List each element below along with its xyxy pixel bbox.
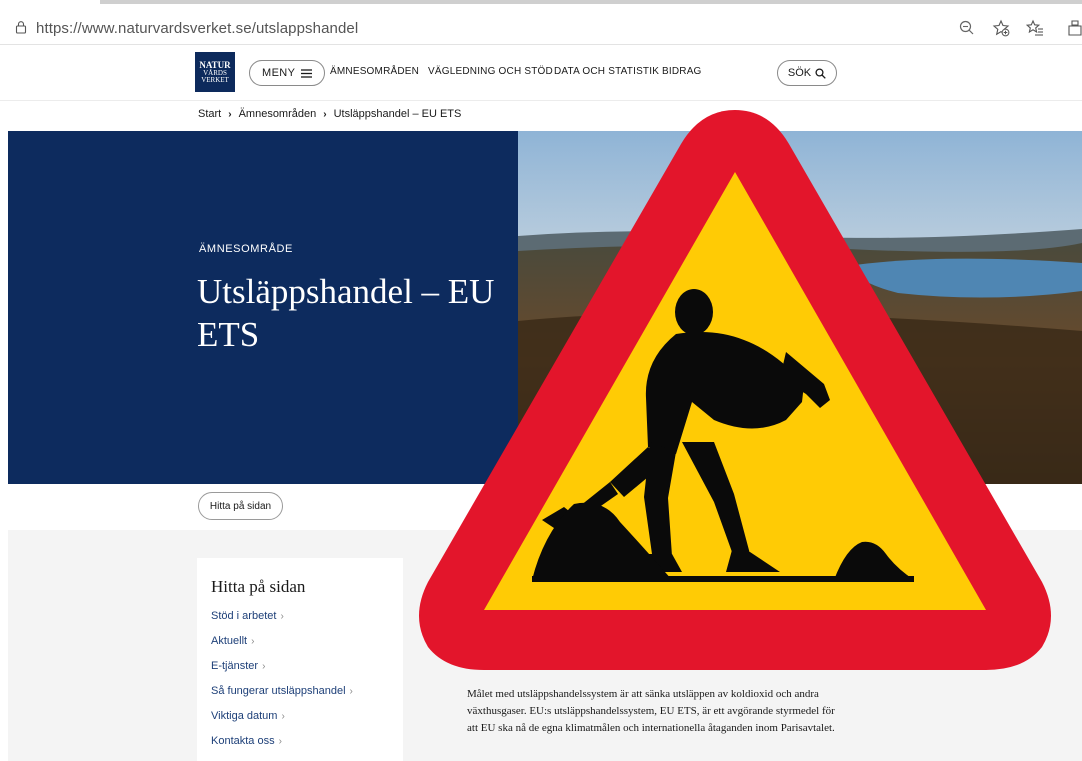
hero-eyebrow: ÄMNESOMRÅDE bbox=[199, 243, 293, 255]
toc-link-viktiga-datum[interactable]: Viktiga datum › bbox=[211, 710, 285, 722]
toc-title: Hitta på sidan bbox=[211, 577, 306, 596]
chevron-right-icon: › bbox=[278, 736, 282, 747]
intro-paragraph: Målet med utsläppshandelssystem är att s… bbox=[467, 688, 835, 734]
menu-label: MENY bbox=[262, 67, 296, 79]
nav-amnesomraden[interactable]: ÄMNESOMRÅDEN bbox=[330, 66, 419, 77]
toc-link-label: Aktuellt bbox=[211, 635, 248, 647]
toc-link-label: Kontakta oss bbox=[211, 735, 275, 747]
find-on-page-button[interactable]: Hitta på sidan bbox=[198, 492, 283, 520]
site-header: NATUR VÅRDS VERKET MENY ÄMNESOMRÅDEN VÄGLE… bbox=[0, 45, 1082, 101]
toc-link-sa-fungerar-utslappshandel[interactable]: Så fungerar utsläppshandel › bbox=[211, 685, 353, 697]
toc-link-aktuellt[interactable]: Aktuellt › bbox=[211, 635, 254, 647]
favorites-icon[interactable] bbox=[1026, 19, 1044, 37]
chevron-right-icon: › bbox=[280, 611, 284, 622]
chevron-right-icon: › bbox=[323, 108, 327, 120]
toc-link-label: Viktiga datum bbox=[211, 710, 278, 722]
chevron-right-icon: › bbox=[262, 661, 266, 672]
toc-link-e-tjanster[interactable]: E-tjänster › bbox=[211, 660, 265, 672]
address-bar[interactable]: https://www.naturvardsverket.se/utslapps… bbox=[36, 20, 358, 37]
nav-vagledning-och-stod[interactable]: VÄGLEDNING OCH STÖD bbox=[428, 66, 553, 77]
search-button[interactable]: SÖK bbox=[777, 60, 837, 86]
search-icon bbox=[815, 67, 826, 79]
roadwork-warning-sign-icon bbox=[419, 110, 1051, 670]
add-favorite-icon[interactable] bbox=[992, 19, 1010, 37]
search-label: SÖK bbox=[787, 67, 812, 79]
browser-toolbar: https://www.naturvardsverket.se/utslapps… bbox=[0, 0, 1082, 45]
chevron-right-icon: › bbox=[228, 108, 232, 120]
toc-link-stod-i-arbetet[interactable]: Stöd i arbetet › bbox=[211, 610, 284, 622]
extensions-icon[interactable] bbox=[1066, 19, 1082, 37]
nav-data-och-statistik[interactable]: DATA OCH STATISTIK bbox=[554, 66, 659, 77]
chevron-right-icon: › bbox=[281, 711, 285, 722]
breadcrumb-amnesomraden[interactable]: Ämnesområden bbox=[239, 108, 317, 120]
hamburger-icon bbox=[301, 68, 313, 78]
toc-link-kontakta-oss[interactable]: Kontakta oss › bbox=[211, 735, 282, 747]
menu-button[interactable]: MENY bbox=[249, 60, 326, 86]
browser-scroll-strip bbox=[100, 0, 1082, 4]
lock-icon[interactable] bbox=[14, 20, 28, 34]
toc-link-label: Stöd i arbetet bbox=[211, 610, 277, 622]
chevron-right-icon: › bbox=[251, 636, 255, 647]
nav-bidrag[interactable]: BIDRAG bbox=[662, 66, 702, 77]
breadcrumb-start[interactable]: Start bbox=[198, 108, 221, 120]
url-host: https://www.naturvardsverket.se bbox=[36, 20, 252, 37]
chevron-right-icon: › bbox=[349, 686, 353, 697]
zoom-icon[interactable] bbox=[958, 19, 976, 37]
naturvardsverket-logo[interactable]: NATUR VÅRDS VERKET bbox=[195, 52, 235, 92]
url-path: /utslappshandel bbox=[251, 20, 359, 37]
toc-link-label: Så fungerar utsläppshandel bbox=[211, 685, 346, 697]
toc-link-label: E-tjänster bbox=[211, 660, 259, 672]
